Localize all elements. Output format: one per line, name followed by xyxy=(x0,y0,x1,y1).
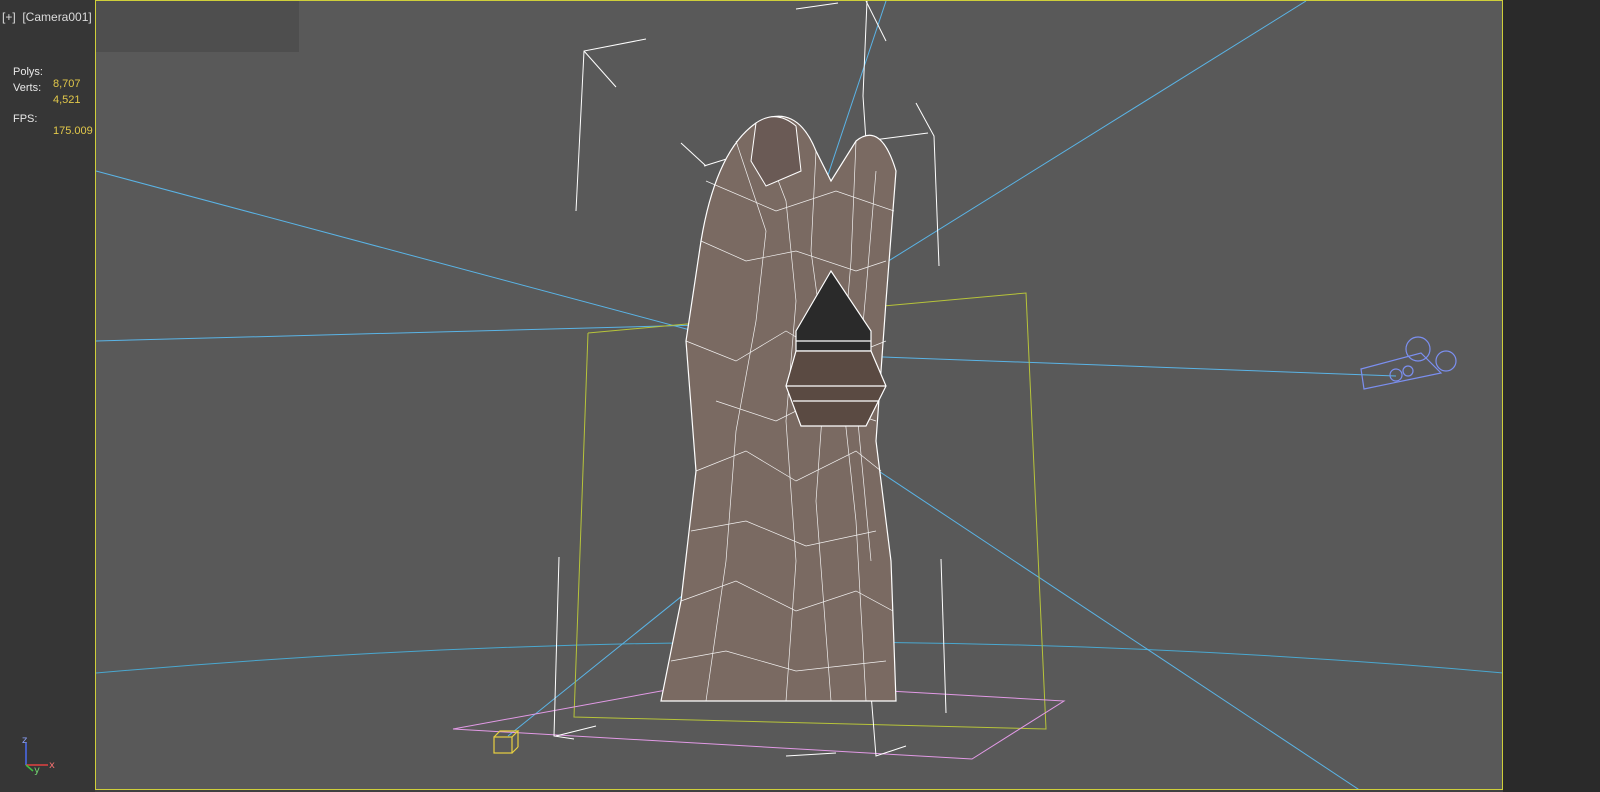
viewport-label[interactable]: [+] [Camera001] xyxy=(2,10,92,24)
camera-icon xyxy=(1360,336,1457,390)
polys-value: 8,707 xyxy=(53,78,81,90)
scene-render[interactable] xyxy=(96,1,1503,790)
camera-viewport[interactable] xyxy=(95,0,1503,790)
left-panel: Polys: 8,707 Verts: 4,521 FPS: 175.009 z… xyxy=(0,0,95,792)
verts-label: Verts: xyxy=(13,82,42,94)
light-helper-icon xyxy=(493,730,520,754)
axis-z-label: z xyxy=(22,735,27,746)
right-panel xyxy=(1503,0,1600,792)
verts-value: 4,521 xyxy=(53,94,81,106)
axis-tripod-icon: z y x xyxy=(18,735,68,776)
viewport-label-area xyxy=(96,1,299,52)
fps-stat: FPS: 175.009 xyxy=(13,101,93,149)
axis-x-label: x xyxy=(49,760,55,771)
statue-wireframe xyxy=(660,115,897,702)
fps-value: 175.009 xyxy=(53,125,93,137)
max-viewport-app: Polys: 8,707 Verts: 4,521 FPS: 175.009 z… xyxy=(0,0,1600,792)
fps-label: FPS: xyxy=(13,113,38,125)
axis-y-label: y xyxy=(34,765,40,775)
